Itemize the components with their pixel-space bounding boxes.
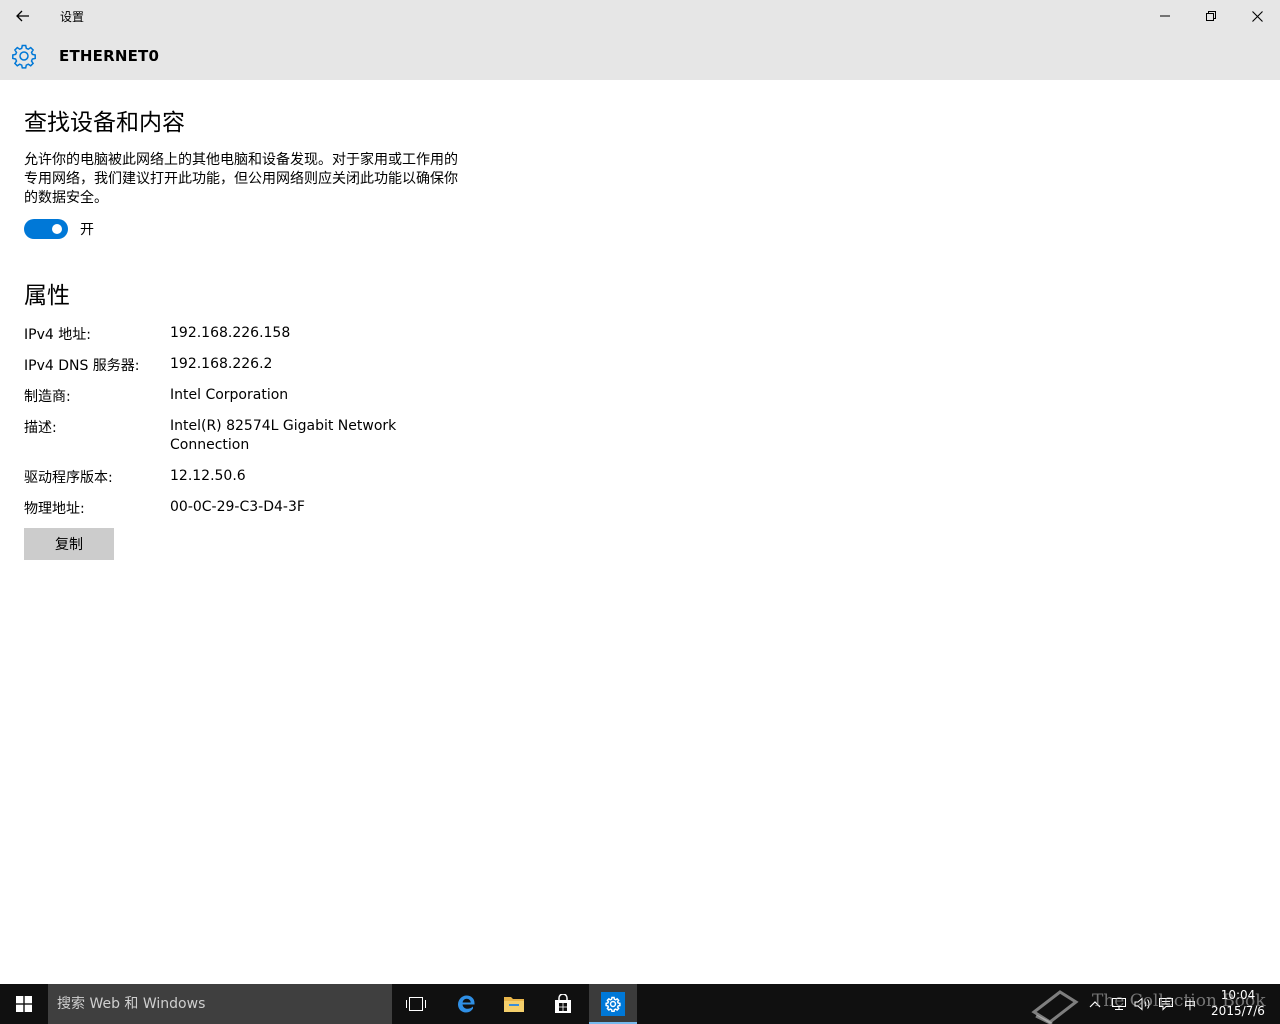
restore-button[interactable] <box>1188 0 1234 32</box>
manufacturer-label: 制造商: <box>24 389 71 405</box>
task-view-button[interactable] <box>392 984 440 1024</box>
discovery-description: 允许你的电脑被此网络上的其他电脑和设备发现。对于家用或工作用的专用网络，我们建议… <box>24 152 458 206</box>
description-label: 描述: <box>24 420 57 436</box>
ipv4-dns-label: IPv4 DNS 服务器: <box>24 358 140 374</box>
ipv4-dns-value: 192.168.226.2 <box>170 356 273 372</box>
network-discovery-toggle[interactable] <box>24 219 68 239</box>
page-header: ETHERNET0 <box>0 32 1280 80</box>
edge-button[interactable] <box>442 984 490 1024</box>
watermark: The Collection Book <box>1030 988 1266 1024</box>
file-explorer-button[interactable] <box>490 984 538 1024</box>
edge-icon <box>458 995 475 1013</box>
description-value: Intel(R) 82574L Gigabit Network Connecti… <box>170 418 397 453</box>
windows-logo-icon <box>16 996 32 1012</box>
store-button[interactable] <box>539 984 587 1024</box>
file-explorer-icon <box>504 997 524 1012</box>
close-icon <box>1251 10 1263 22</box>
toggle-knob <box>52 224 62 234</box>
discovery-heading: 查找设备和内容 <box>24 110 185 136</box>
page-title: ETHERNET0 <box>59 47 160 65</box>
store-icon <box>555 994 571 1013</box>
back-button[interactable] <box>0 0 46 32</box>
start-button[interactable] <box>0 984 48 1024</box>
copy-button[interactable]: 复制 <box>24 528 114 560</box>
settings-taskbar-button[interactable] <box>589 984 637 1024</box>
driver-version-label: 驱动程序版本: <box>24 470 113 486</box>
close-button[interactable] <box>1234 0 1280 32</box>
physical-address-value: 00-0C-29-C3-D4-3F <box>170 499 305 515</box>
restore-icon <box>1206 11 1216 21</box>
book-logo-icon <box>1031 990 1079 1024</box>
settings-icon <box>601 992 625 1016</box>
ipv4-address-label: IPv4 地址: <box>24 327 91 343</box>
window-title: 设置 <box>60 10 85 24</box>
minimize-button[interactable] <box>1142 0 1188 32</box>
title-bar: 设置 <box>0 0 1280 32</box>
ipv4-address-value: 192.168.226.158 <box>170 325 291 341</box>
watermark-text: The Collection Book <box>1092 991 1266 1011</box>
taskbar-search-box[interactable]: 搜索 Web 和 Windows <box>48 984 392 1024</box>
properties-heading: 属性 <box>24 283 70 309</box>
task-view-icon <box>406 997 426 1011</box>
manufacturer-value: Intel Corporation <box>170 387 289 403</box>
toggle-state-label: 开 <box>80 222 94 238</box>
back-arrow-icon <box>16 10 29 22</box>
minimize-icon <box>1160 15 1170 17</box>
driver-version-value: 12.12.50.6 <box>170 468 246 484</box>
gear-icon <box>12 44 36 69</box>
search-placeholder: 搜索 Web 和 Windows <box>57 996 206 1012</box>
physical-address-label: 物理地址: <box>24 501 85 517</box>
